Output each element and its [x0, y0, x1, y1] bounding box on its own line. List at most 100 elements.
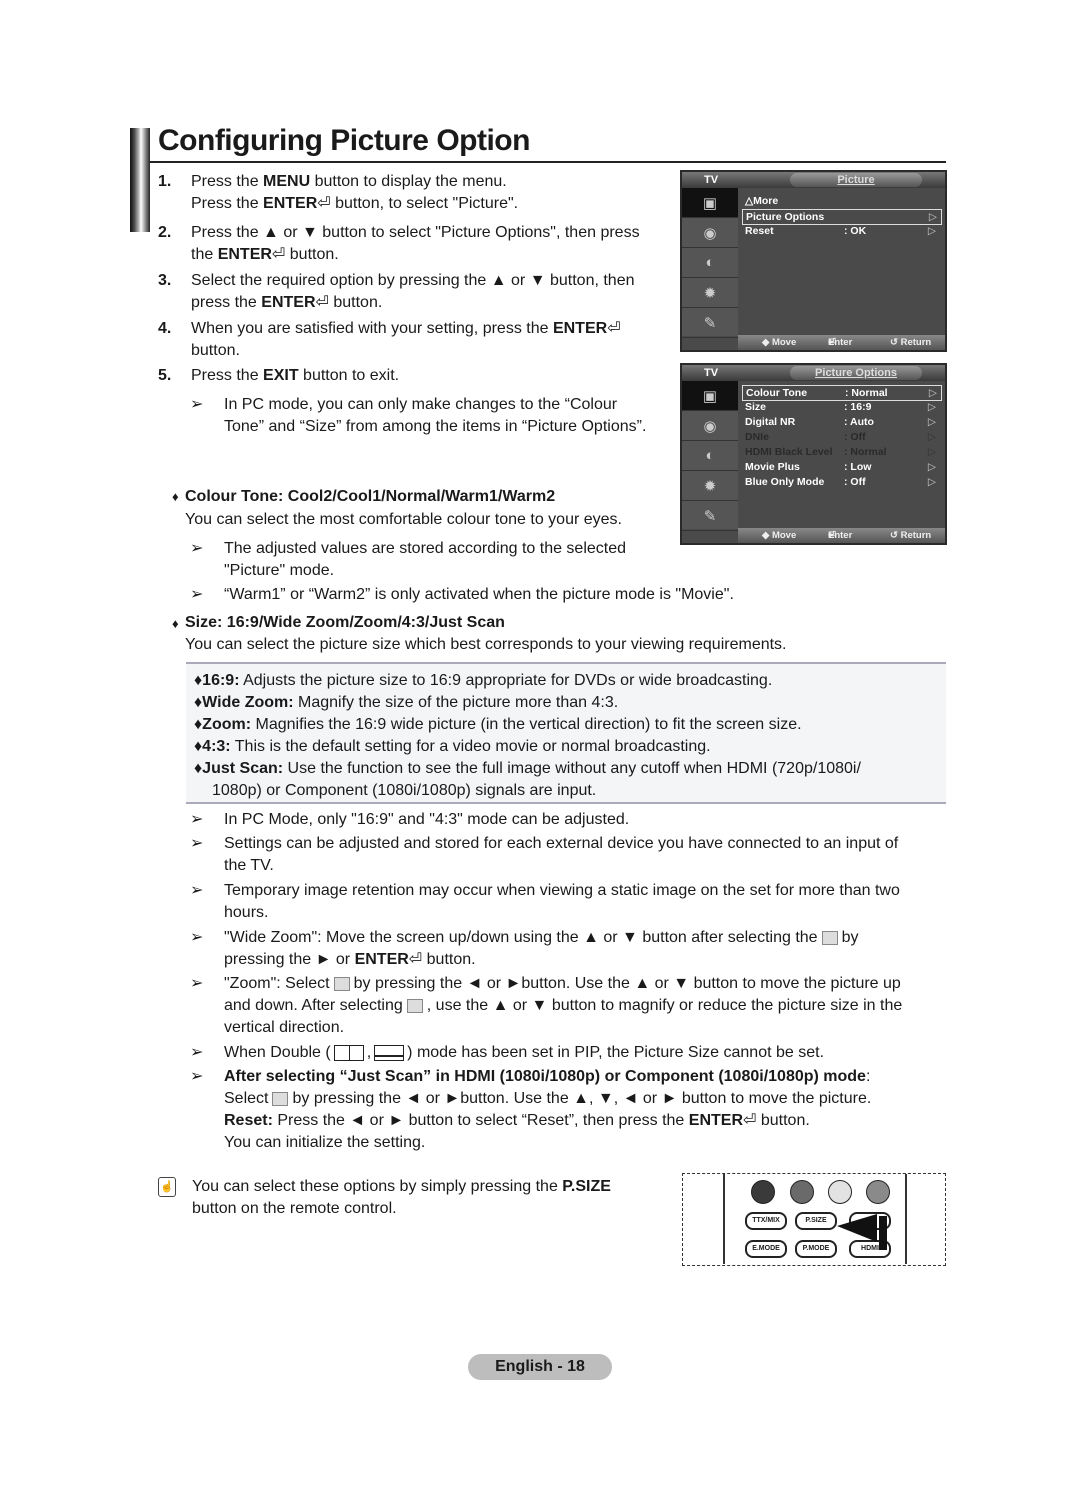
osd-picture-options-menu: TV Picture Options ▣ ◉ ◐ ✹ ✎ Colour Tone… [680, 363, 947, 545]
step-text: Press the [191, 195, 264, 212]
note-text: button. [756, 1112, 810, 1129]
note-arrow-icon: ➢ [190, 929, 204, 946]
note-image-retention: Temporary image retention may occur when… [224, 880, 900, 924]
psize-button[interactable]: P.SIZE [795, 1212, 837, 1230]
channel-category-icon[interactable]: ◐ [682, 441, 738, 471]
option-text: Magnifies the 16:9 wide picture (in the … [251, 716, 802, 733]
note-text: : [865, 1068, 871, 1085]
osd-item-reset[interactable]: Reset: OK ▷ [742, 224, 940, 238]
return-hint: ↺ Return [890, 530, 932, 541]
note-text: the TV. [224, 857, 274, 874]
osd-item-label: HDMI Black Level [745, 446, 833, 458]
step-text: button to exit. [298, 367, 400, 384]
note-arrow-icon: ➢ [190, 811, 204, 828]
chevron-right-icon: ▷ [927, 225, 936, 237]
step-text: button to display the menu. [310, 173, 507, 190]
input-category-icon[interactable]: ✎ [682, 308, 738, 338]
psize-key: P.SIZE [562, 1178, 611, 1195]
osd-item-movie-plus[interactable]: Movie Plus: Low ▷ [742, 460, 940, 474]
input-category-icon[interactable]: ✎ [682, 501, 738, 531]
chevron-right-icon: ▷ [928, 211, 937, 223]
step-number: 1. [158, 173, 172, 190]
note-arrow-icon: ➢ [190, 1068, 204, 1085]
note-arrow-icon: ➢ [190, 540, 204, 557]
sound-category-icon[interactable]: ◉ [682, 218, 738, 248]
enter-key: ENTER [261, 294, 316, 311]
note-pip-double: When Double (,) mode has been set in PIP… [224, 1042, 824, 1064]
colour-tone-note-2: “Warm1” or “Warm2” is only activated whe… [224, 586, 734, 603]
osd-category-sidebar: ▣ ◉ ◐ ✹ ✎ [682, 188, 738, 338]
osd-item-blue-only-mode[interactable]: Blue Only Mode: Off ▷ [742, 475, 940, 489]
chevron-right-icon: ▷ [927, 461, 936, 473]
note-text: button on the remote control. [192, 1200, 397, 1217]
menu-key: MENU [263, 173, 311, 190]
osd-item-label: △More [745, 195, 779, 207]
osd-tv-label: TV [703, 174, 719, 186]
osd-item-label: Picture Options [746, 211, 825, 223]
step-text: button. [191, 342, 240, 359]
note-pc-mode-size: In PC Mode, only "16:9" and "4:3" mode c… [224, 811, 630, 828]
osd-picture-menu: TV Picture ▣ ◉ ◐ ✹ ✎ △More Picture Optio… [680, 170, 947, 352]
osd-item-hdmi-black-level: HDMI Black Level : Normal ▷ [742, 445, 940, 459]
step-text: Press the [191, 367, 264, 384]
colour-tone-desc: You can select the most comfortable colo… [185, 511, 622, 528]
step-2: 2. Press the ▲ or ▼ button to select "Pi… [158, 222, 668, 263]
step-text: Select the required option by pressing t… [191, 272, 635, 289]
green-key[interactable] [790, 1180, 814, 1204]
channel-category-icon[interactable]: ◐ [682, 248, 738, 278]
bullet-diamond-icon: ♦ [172, 616, 179, 631]
osd-item-label: Colour Tone [746, 387, 808, 399]
red-key[interactable] [751, 1180, 775, 1204]
enter-key: ENTER [217, 246, 272, 263]
blue-key[interactable] [866, 1180, 890, 1204]
exit-key: EXIT [263, 367, 299, 384]
setup-category-icon[interactable]: ✹ [682, 278, 738, 308]
note-arrow-icon: ➢ [190, 396, 204, 413]
picture-category-icon[interactable]: ▣ [682, 188, 738, 218]
note-arrow-icon: ➢ [190, 882, 204, 899]
note-text: Select [224, 1090, 269, 1107]
step-text: button. [328, 294, 383, 311]
position-icon [272, 1091, 289, 1106]
step-text: the [191, 246, 218, 263]
pip-double-inset-icon [374, 1044, 405, 1061]
sound-category-icon[interactable]: ◉ [682, 411, 738, 441]
osd-item-value: : Low [844, 461, 872, 473]
yellow-key[interactable] [828, 1180, 852, 1204]
osd-item-digital-nr[interactable]: Digital NR: Auto ▷ [742, 415, 940, 429]
note-text: You can initialize the setting. [224, 1134, 426, 1151]
remote-tip-icon: ☝ [158, 1177, 176, 1197]
note-text: In PC mode, you can only make changes to… [224, 396, 618, 413]
emode-button[interactable]: E.MODE [745, 1240, 787, 1258]
enter-hint-label: Enter [828, 530, 853, 541]
picture-category-icon[interactable]: ▣ [682, 381, 738, 411]
option-label: Zoom: [202, 716, 252, 733]
step-number: 3. [158, 272, 172, 289]
size-options-box: ♦16:9: Adjusts the picture size to 16:9 … [186, 662, 946, 804]
osd-item-value: : Normal [845, 387, 888, 399]
osd-footer: ◆ Move ⏎ Enter ↺ Return [738, 528, 945, 543]
osd-item-value: : Off [844, 476, 866, 488]
note-text: , use the ▲ or ▼ button to magnify or re… [426, 997, 903, 1014]
osd-item-colour-tone[interactable]: Colour Tone: Normal ▷ [742, 385, 942, 401]
osd-item-size[interactable]: Size: 16:9 ▷ [742, 400, 940, 414]
enter-icon: ⏎ [317, 195, 331, 212]
note-text: Tone” and “Size” from among the items in… [224, 418, 647, 435]
chevron-right-icon: ▷ [927, 476, 936, 488]
note-text: The adjusted values are stored according… [224, 540, 627, 557]
osd-item-more[interactable]: △More [742, 194, 940, 208]
note-text: ) mode has been set in PIP, the Picture … [407, 1044, 825, 1061]
note-text: Settings can be adjusted and stored for … [224, 835, 899, 852]
setup-category-icon[interactable]: ✹ [682, 471, 738, 501]
chevron-right-icon: ▷ [927, 446, 936, 458]
option-text: Use the function to see the full image w… [283, 760, 861, 777]
note-text: vertical direction. [224, 1019, 345, 1036]
size-option-zoom: ♦Zoom: Magnifies the 16:9 wide picture (… [194, 714, 802, 736]
osd-item-picture-options[interactable]: Picture Options ▷ [742, 209, 942, 225]
bullet-diamond-icon: ♦ [194, 760, 203, 777]
enter-key: ENTER [354, 951, 409, 968]
ttx-mix-button[interactable]: TTX/MIX [745, 1212, 787, 1230]
osd-item-value: : Normal [844, 446, 887, 458]
pmode-button[interactable]: P.MODE [795, 1240, 837, 1258]
note-text: by pressing the ◄ or ►button. Use the ▲ … [353, 975, 901, 992]
